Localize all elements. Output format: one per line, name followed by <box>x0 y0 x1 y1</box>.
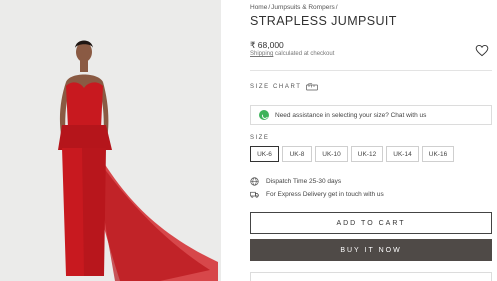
heart-icon <box>475 44 489 57</box>
ruler-icon <box>305 83 318 91</box>
shipping-note: Shipping calculated at checkout <box>250 51 334 57</box>
size-assistance-chat[interactable]: Need assistance in selecting your size? … <box>250 105 492 125</box>
product-info-panel: Home/Jumpsuits & Rompers/ STRAPLESS JUMP… <box>250 0 492 281</box>
whatsapp-icon <box>259 110 269 120</box>
size-option-uk-12[interactable]: UK-12 <box>351 146 383 162</box>
size-option-uk-16[interactable]: UK-16 <box>422 146 454 162</box>
divider <box>250 70 492 71</box>
collapsible-section[interactable] <box>250 272 492 281</box>
wishlist-button[interactable] <box>475 44 489 58</box>
dispatch-time-row: Dispatch Time 25-30 days <box>250 177 341 186</box>
buy-it-now-button[interactable]: BUY IT NOW <box>250 239 492 261</box>
express-delivery-row: For Express Delivery get in touch with u… <box>250 190 384 199</box>
breadcrumb-separator: / <box>335 4 338 11</box>
shipping-note-text: calculated at checkout <box>273 51 335 57</box>
truck-icon <box>250 191 259 198</box>
globe-icon <box>250 177 259 186</box>
shipping-link[interactable]: Shipping <box>250 51 273 57</box>
size-option-uk-10[interactable]: UK-10 <box>315 146 348 162</box>
product-image[interactable] <box>0 0 221 281</box>
breadcrumb-category-link[interactable]: Jumpsuits & Rompers <box>271 4 335 11</box>
size-label: SIZE <box>250 135 270 141</box>
dispatch-time-text: Dispatch Time 25-30 days <box>266 178 342 185</box>
size-chart-label: SIZE CHART <box>250 84 302 90</box>
size-assistance-text: Need assistance in selecting your size? … <box>275 111 427 119</box>
breadcrumb: Home/Jumpsuits & Rompers/ <box>250 4 339 11</box>
add-to-cart-button[interactable]: ADD TO CART <box>250 212 492 234</box>
model-in-red-jumpsuit-illustration <box>0 0 221 281</box>
breadcrumb-home-link[interactable]: Home <box>250 4 267 11</box>
express-delivery-text: For Express Delivery get in touch with u… <box>266 191 384 198</box>
size-options: UK-6 UK-8 UK-10 UK-12 UK-14 UK-16 <box>250 146 454 162</box>
product-title: STRAPLESS JUMPSUIT <box>250 14 397 28</box>
product-price: ₹ 68,000 <box>250 40 284 50</box>
size-option-uk-6[interactable]: UK-6 <box>250 146 279 162</box>
size-option-uk-14[interactable]: UK-14 <box>386 146 419 162</box>
size-chart-link[interactable]: SIZE CHART <box>250 83 318 91</box>
size-option-uk-8[interactable]: UK-8 <box>282 146 312 162</box>
